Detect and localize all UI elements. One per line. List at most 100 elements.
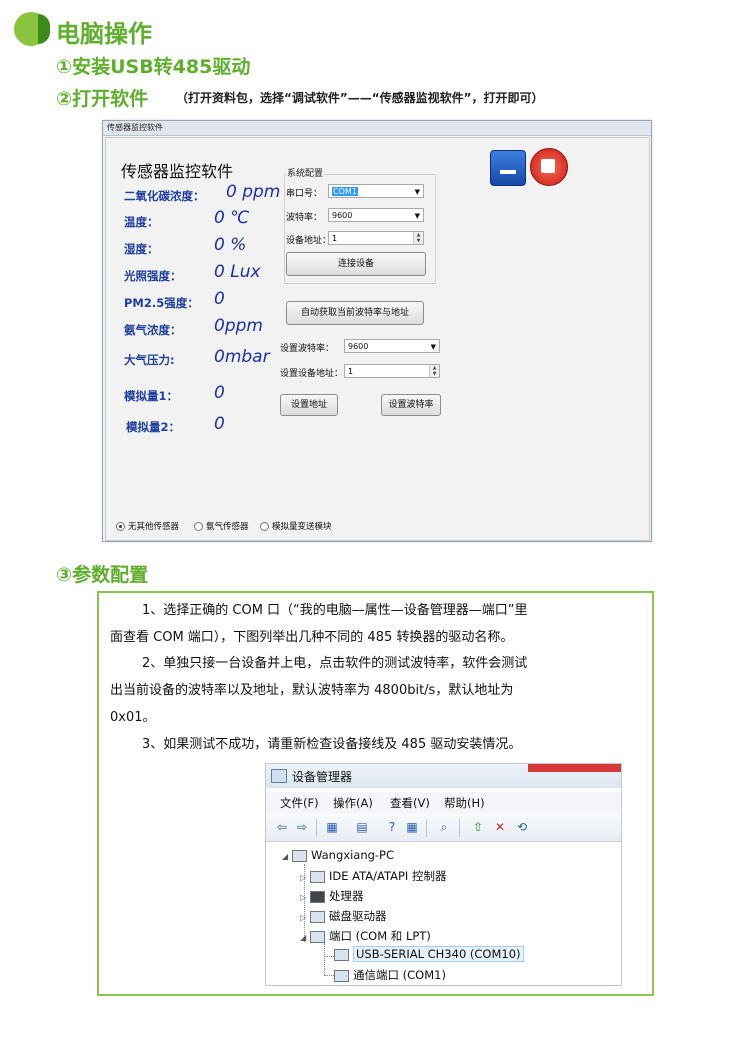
tree-item-label: 磁盘驱动器 xyxy=(329,909,387,923)
ammonia-value: 0ppm xyxy=(214,316,263,336)
header-bullet-accent xyxy=(38,14,50,44)
scan-hardware-icon[interactable]: ⌕ xyxy=(436,820,452,835)
tree-line xyxy=(324,943,325,975)
co2-label: 二氧化碳浓度： xyxy=(124,189,205,203)
uninstall-icon[interactable]: ✕ xyxy=(492,820,508,835)
system-config-title: 系统配置 xyxy=(286,166,325,179)
light-label: 光照强度： xyxy=(124,269,182,283)
baud-select-value: 9600 xyxy=(332,211,353,220)
collapsed-arrow-icon[interactable]: ▷ xyxy=(300,893,310,902)
tree-item-ports[interactable]: ◢ 端口 (COM 和 LPT) xyxy=(300,928,431,944)
instruction-p2-line2: 出当前设备的波特率以及地址，默认波特率为 4800bit/s，默认地址为 xyxy=(110,683,514,698)
close-icon[interactable] xyxy=(530,148,568,186)
pm25-value: 0 xyxy=(214,289,225,309)
set-baud-select[interactable]: 9600 ▼ xyxy=(344,339,440,353)
radio-analog-module[interactable]: 模拟量变送模块 xyxy=(260,520,332,532)
app-heading: 传感器监控软件 xyxy=(121,162,234,181)
humidity-value: 0 % xyxy=(214,235,247,255)
menu-help[interactable]: 帮助(H) xyxy=(444,795,485,811)
menu-file[interactable]: 文件(F) xyxy=(280,795,319,811)
tree-root-label: Wangxiang-PC xyxy=(311,848,395,862)
spinner-arrows-icon[interactable]: ▲ ▼ xyxy=(413,232,423,244)
ammonia-label: 氨气浓度： xyxy=(124,323,182,337)
collapsed-arrow-icon[interactable]: ▷ xyxy=(300,873,310,882)
tree-item-cpu[interactable]: ▷ 处理器 xyxy=(300,888,364,904)
temperature-label: 温度： xyxy=(124,215,159,229)
processor-icon xyxy=(310,890,325,903)
port-icon xyxy=(310,930,325,943)
window-titlebar[interactable]: 传感器监控软件 xyxy=(103,121,651,136)
ide-controller-icon xyxy=(310,870,325,883)
set-address-button[interactable]: 设置地址 xyxy=(280,394,338,416)
collapsed-arrow-icon[interactable]: ▷ xyxy=(300,913,310,922)
radio-label: 氨气传感器 xyxy=(206,522,249,532)
port-label: 串口号： xyxy=(286,189,323,199)
instruction-p2-line3: 0x01。 xyxy=(110,710,156,725)
help-icon[interactable]: ? xyxy=(384,820,400,835)
port-select-value: COM1 xyxy=(332,187,358,196)
pm25-label: PM2.5强度： xyxy=(124,296,199,310)
tree-item-ide[interactable]: ▷ IDE ATA/ATAPI 控制器 xyxy=(300,868,446,884)
device-manager-window: 设备管理器 文件(F) 操作(A) 查看(V) 帮助(H) ⇦ ⇨ ▦ ▤ ? … xyxy=(265,763,622,986)
window-title: 传感器监控软件 xyxy=(107,123,163,132)
port-icon xyxy=(334,969,349,982)
address-spinner[interactable]: 1 ▲ ▼ xyxy=(328,231,424,245)
set-address-label: 设置设备地址： xyxy=(280,369,344,379)
light-value: 0 Lux xyxy=(214,262,261,282)
expanded-arrow-icon[interactable]: ◢ xyxy=(300,933,310,942)
pressure-value: 0mbar xyxy=(214,347,270,367)
spinner-arrows-icon[interactable]: ▲ ▼ xyxy=(429,365,439,377)
forward-icon[interactable]: ⇨ xyxy=(294,820,310,835)
view-icon[interactable]: ▦ xyxy=(404,820,420,835)
minimize-icon[interactable] xyxy=(490,150,526,186)
expanded-arrow-icon[interactable]: ◢ xyxy=(282,852,292,861)
auto-detect-button[interactable]: 自动获取当前波特率与地址 xyxy=(286,301,424,325)
computer-icon xyxy=(292,849,307,862)
chevron-down-icon: ▼ xyxy=(414,188,420,196)
close-button-edge[interactable] xyxy=(528,764,621,772)
sensor-software-window: 传感器监控软件 传感器监控软件 二氧化碳浓度： 0 ppm 温度： 0 ℃ 湿度… xyxy=(102,120,652,542)
properties-icon[interactable]: ▤ xyxy=(354,820,370,835)
tree-item-label-selected: USB-SERIAL CH340 (COM10) xyxy=(353,946,524,962)
set-baud-button[interactable]: 设置波特率 xyxy=(381,394,441,416)
instruction-p2-line1: 2、单独只接一台设备并上电，点击软件的测试波特率，软件会测试 xyxy=(142,656,528,671)
show-hide-tree-icon[interactable]: ▦ xyxy=(324,820,340,835)
address-label: 设备地址： xyxy=(286,236,332,246)
menu-action[interactable]: 操作(A) xyxy=(333,795,373,811)
radio-label: 无其他传感器 xyxy=(128,522,180,532)
analog1-value: 0 xyxy=(214,383,225,403)
device-manager-title: 设备管理器 xyxy=(292,770,353,784)
instruction-p1-line2: 面查看 COM 端口），下图列举出几种不同的 485 转换器的驱动名称。 xyxy=(110,630,514,645)
radio-unchecked-icon xyxy=(194,522,203,531)
tree-item-disk[interactable]: ▷ 磁盘驱动器 xyxy=(300,908,387,924)
step-2-heading: ②打开软件 xyxy=(56,88,149,110)
back-icon[interactable]: ⇦ xyxy=(274,820,290,835)
page-title: 电脑操作 xyxy=(56,20,152,48)
set-address-spinner-value: 1 xyxy=(348,367,354,376)
connect-button[interactable]: 连接设备 xyxy=(286,252,426,276)
tree-item-usb-serial[interactable]: USB-SERIAL CH340 (COM10) xyxy=(334,946,524,962)
tree-item-com1[interactable]: 通信端口 (COM1) xyxy=(334,967,446,983)
toolbar-divider xyxy=(459,819,460,837)
set-baud-select-value: 9600 xyxy=(348,342,369,351)
toolbar-divider xyxy=(316,819,317,837)
set-address-spinner[interactable]: 1 ▲ ▼ xyxy=(344,364,440,378)
tree-item-label: 通信端口 (COM1) xyxy=(353,968,446,982)
radio-ammonia-sensor[interactable]: 氨气传感器 xyxy=(194,520,249,532)
disable-device-icon[interactable]: ⟲ xyxy=(514,820,530,835)
update-driver-icon[interactable]: ⇧ xyxy=(470,820,486,835)
radio-label: 模拟量变送模块 xyxy=(272,522,332,532)
radio-no-other-sensor[interactable]: 无其他传感器 xyxy=(116,520,179,532)
baud-select[interactable]: 9600 ▼ xyxy=(328,208,424,222)
port-select[interactable]: COM1 ▼ xyxy=(328,184,424,198)
tree-root[interactable]: ◢ Wangxiang-PC xyxy=(282,848,394,862)
humidity-label: 湿度： xyxy=(124,242,159,256)
baud-label: 波特率： xyxy=(286,213,323,223)
disk-drive-icon xyxy=(310,910,325,923)
menu-view[interactable]: 查看(V) xyxy=(390,795,430,811)
analog1-label: 模拟量1： xyxy=(124,389,179,403)
instruction-p3-line1: 3、如果测试不成功，请重新检查设备接线及 485 驱动安装情况。 xyxy=(142,737,522,752)
menu-bar: 文件(F) 操作(A) 查看(V) 帮助(H) xyxy=(266,792,621,814)
radio-unchecked-icon xyxy=(260,522,269,531)
analog2-label: 模拟量2： xyxy=(126,420,181,434)
